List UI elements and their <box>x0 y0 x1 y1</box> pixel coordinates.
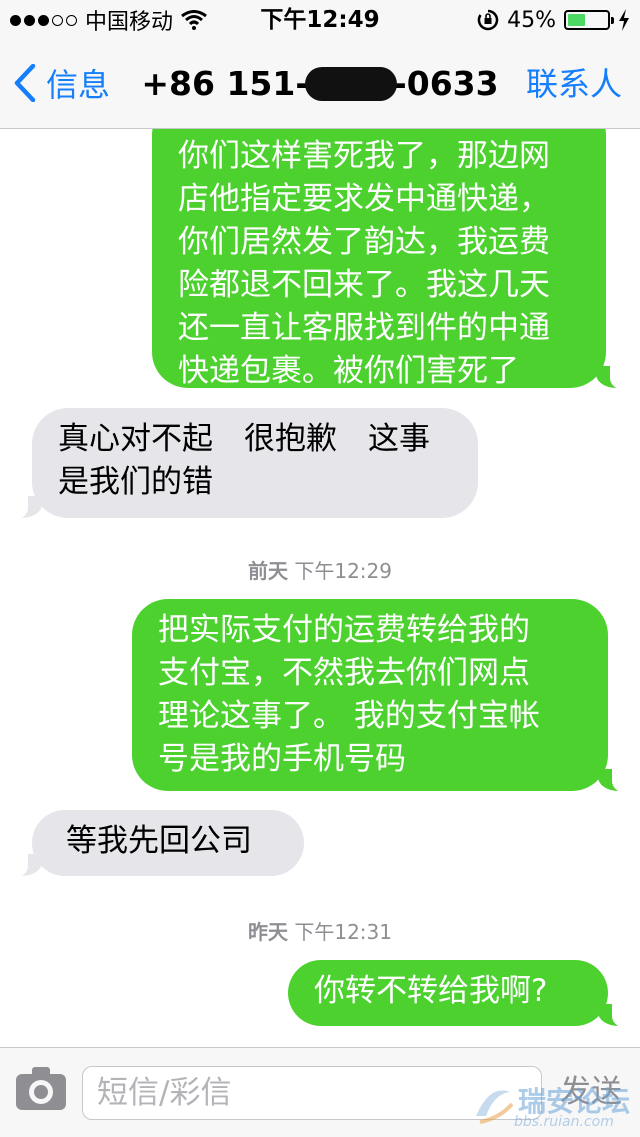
incoming-message-bubble[interactable]: 等我先回公司 <box>32 810 304 876</box>
contact-button[interactable]: 联系人 <box>526 64 622 104</box>
message-timestamp: 前天 下午12:29 <box>0 555 640 584</box>
timestamp-time: 下午12:29 <box>294 559 392 583</box>
timestamp-day: 前天 <box>248 559 288 583</box>
message-thread[interactable]: 你们这样害死我了，那边网 店他指定要求发中通快递， 你们居然发了韵达，我运费 险… <box>0 129 640 1047</box>
charging-bolt-icon <box>619 9 629 31</box>
title-suffix: -0633 <box>393 64 499 103</box>
message-line: 把实际支付的运费转给我的 <box>158 612 530 648</box>
camera-icon[interactable] <box>16 1067 66 1110</box>
message-line: 你们这样害死我了，那边网 <box>178 138 550 174</box>
incoming-message-bubble[interactable]: 真心对不起 很抱歉 这事 是我们的错 <box>32 408 478 518</box>
message-line: 你转不转给我啊? <box>314 973 548 1009</box>
rotation-lock-icon <box>477 9 499 31</box>
message-input[interactable]: 短信/彩信 <box>82 1066 542 1120</box>
navigation-bar: 信息 +86 151- -0633 联系人 <box>0 40 640 129</box>
message-line: 还一直让客服找到件的中通 <box>178 310 550 346</box>
message-line: 你们居然发了韵达，我运费 <box>178 224 550 260</box>
timestamp-day: 昨天 <box>248 920 288 944</box>
status-bar: 中国移动 下午12:49 45% <box>0 0 640 40</box>
compose-bar: 短信/彩信 发送 <box>0 1047 640 1137</box>
message-line: 险都退不回来了。我这几天 <box>178 267 550 303</box>
message-line: 店他指定要求发中通快递， <box>178 181 550 217</box>
outgoing-message-bubble[interactable]: 你们这样害死我了，那边网 店他指定要求发中通快递， 你们居然发了韵达，我运费 险… <box>152 129 606 389</box>
message-line: 号是我的手机号码 <box>158 741 406 777</box>
message-timestamp: 昨天 下午12:31 <box>0 916 640 945</box>
message-line: 快递包裹。被你们害死了 <box>178 353 519 389</box>
redaction-scribble <box>305 66 398 101</box>
message-line: 支付宝，不然我去你们网点 <box>158 655 530 691</box>
message-line: 是我们的错 <box>58 464 213 500</box>
battery-percent: 45% <box>507 7 556 33</box>
outgoing-message-bubble[interactable]: 把实际支付的运费转给我的 支付宝，不然我去你们网点 理论这事了。 我的支付宝帐 … <box>132 599 608 791</box>
message-line: 等我先回公司 <box>66 823 252 859</box>
message-line: 理论这事了。 我的支付宝帐 <box>158 698 540 734</box>
status-right: 45% <box>477 6 630 34</box>
title-prefix: +86 151- <box>141 64 310 103</box>
battery-level <box>568 14 586 26</box>
timestamp-time: 下午12:31 <box>294 920 392 944</box>
send-button[interactable]: 发送 <box>560 1072 622 1112</box>
battery-icon <box>564 10 614 30</box>
outgoing-message-bubble[interactable]: 你转不转给我啊? <box>288 960 608 1026</box>
message-line: 真心对不起 很抱歉 这事 <box>58 421 430 457</box>
